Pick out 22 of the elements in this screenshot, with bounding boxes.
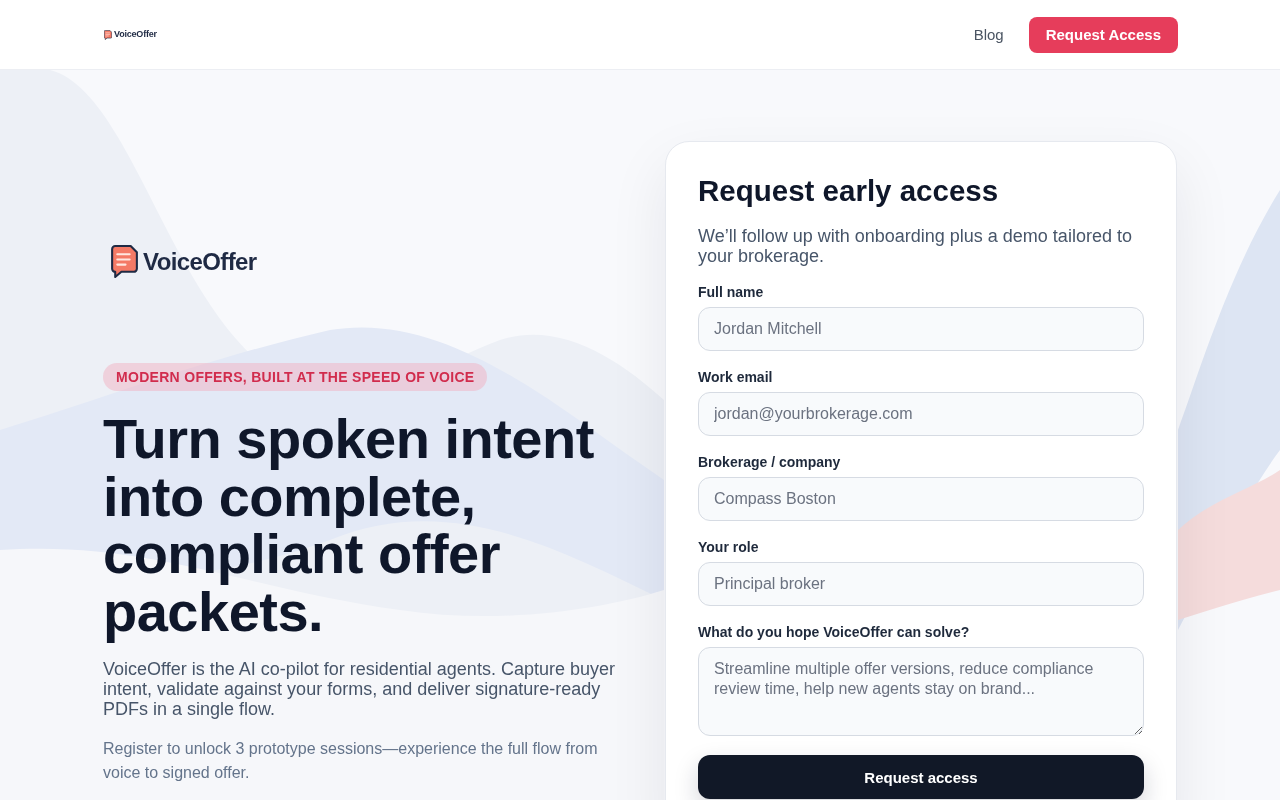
field-label: Brokerage / company <box>698 453 842 472</box>
blog-link[interactable]: Blog <box>973 26 1004 43</box>
logo-text: VoiceOffer <box>143 247 257 276</box>
text-field[interactable]: Compass Boston <box>698 477 1144 521</box>
text-field[interactable]: Jordan Mitchell <box>698 307 1144 351</box>
request-access-button[interactable]: Request Access <box>1028 16 1178 53</box>
field-label: Full name <box>698 283 765 302</box>
text-field[interactable]: jordan@yourbrokerage.com <box>698 392 1144 436</box>
text-field[interactable]: Principal broker <box>698 562 1144 606</box>
field-label: Work email <box>698 368 774 387</box>
submit-button[interactable]: Request access <box>698 755 1144 799</box>
hero-description: VoiceOffer is the AI co-pilot for residential agents. Capture buyer intent, validate against your forms, and deliver signature-ready PDFs in a single flow. <box>103 659 616 719</box>
text-area[interactable]: Streamline multiple offer versions, reduce compliance review time, help new agents stay on brand... <box>698 647 1144 736</box>
card-subtitle: We’ll follow up with onboarding plus a demo tailored to your brokerage. <box>698 226 1133 266</box>
field-label: What do you hope VoiceOffer can solve? <box>698 623 971 642</box>
hero-note: Register to unlock 3 prototype sessions—experience the full flow from voice to signed offer. <box>103 739 599 783</box>
tagline-badge: MODERN OFFERS, BUILT AT THE SPEED OF VOICE <box>103 363 488 391</box>
field-label: Your role <box>698 538 760 557</box>
logo-icon <box>104 29 112 40</box>
card-title: Request early access <box>698 174 1000 208</box>
logo-icon <box>111 245 138 278</box>
logo-text: VoiceOffer <box>114 30 157 39</box>
